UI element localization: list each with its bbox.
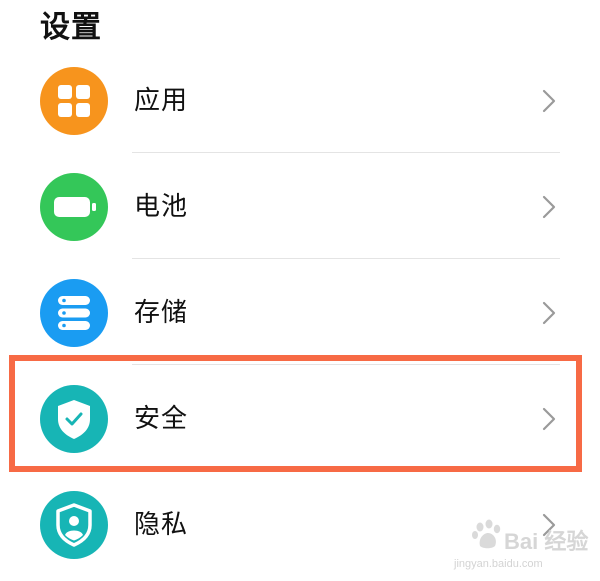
- apps-grid-icon: [40, 67, 108, 135]
- storage-icon: [40, 279, 108, 347]
- watermark-text: Bai 经验: [504, 529, 589, 554]
- page-title: 设置: [40, 10, 102, 45]
- paw-icon: [472, 519, 501, 549]
- watermark: Bai 经验 jingyan.baidu.com: [452, 514, 592, 576]
- battery-icon: [40, 173, 108, 241]
- settings-item-apps[interactable]: 应用: [0, 47, 600, 153]
- chevron-right-icon: [539, 299, 559, 327]
- privacy-shield-icon: [40, 491, 108, 559]
- settings-screen: 设置 应用 电池 存储 安全 隐私 Bai 经验 jingyan.baidu.c…: [0, 0, 600, 581]
- chevron-right-icon: [539, 405, 559, 433]
- settings-item-label: 存储: [134, 298, 189, 328]
- chevron-right-icon: [539, 193, 559, 221]
- watermark-subtext: jingyan.baidu.com: [454, 558, 543, 570]
- settings-item-label: 电池: [134, 192, 189, 222]
- settings-item-storage[interactable]: 存储: [0, 259, 600, 365]
- settings-list: 应用 电池 存储 安全 隐私: [0, 47, 600, 581]
- settings-item-label: 隐私: [134, 510, 189, 540]
- settings-item-security[interactable]: 安全: [0, 365, 600, 471]
- settings-item-label: 应用: [134, 86, 189, 116]
- shield-check-icon: [40, 385, 108, 453]
- settings-item-battery[interactable]: 电池: [0, 153, 600, 259]
- settings-item-label: 安全: [134, 404, 189, 434]
- chevron-right-icon: [539, 87, 559, 115]
